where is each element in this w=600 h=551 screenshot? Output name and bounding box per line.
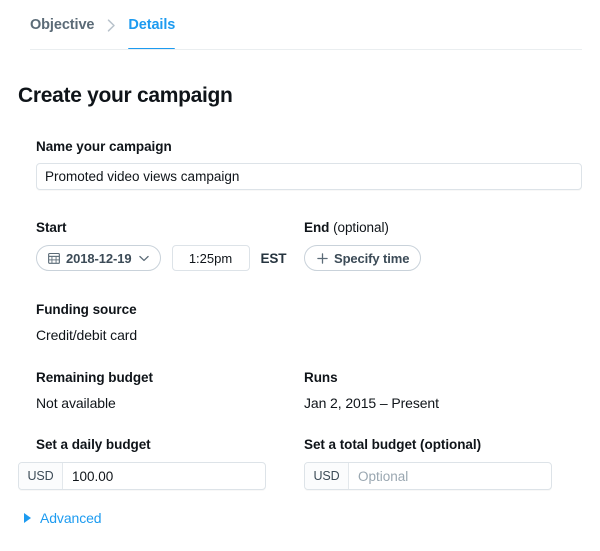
daily-budget-input[interactable]	[63, 463, 265, 489]
total-budget-field: USD	[304, 462, 552, 490]
advanced-toggle[interactable]: Advanced	[24, 510, 102, 526]
end-label-text: End	[304, 220, 330, 235]
campaign-name-input[interactable]	[36, 163, 582, 190]
breadcrumb-item-objective[interactable]: Objective	[30, 0, 94, 50]
remaining-budget-value: Not available	[36, 395, 116, 411]
start-date-value: 2018-12-19	[66, 250, 132, 266]
runs-value: Jan 2, 2015 – Present	[304, 395, 439, 411]
funding-source-value: Credit/debit card	[36, 327, 138, 343]
calendar-icon	[48, 252, 60, 264]
runs-group: Runs Jan 2, 2015 – Present	[304, 370, 439, 411]
schedule-group: Start 2018-12-19 1:25pm EST End (optiona…	[36, 220, 582, 271]
start-label: Start	[36, 220, 67, 235]
breadcrumb-item-details[interactable]: Details	[128, 0, 175, 50]
daily-budget-field: USD	[18, 462, 266, 490]
name-campaign-label: Name your campaign	[36, 139, 172, 154]
breadcrumb-label-objective: Objective	[30, 17, 95, 33]
campaign-form: Create your campaign Name your campaign …	[0, 84, 600, 528]
total-budget-label: Set a total budget (optional)	[304, 437, 482, 452]
chevron-down-icon	[138, 255, 149, 262]
breadcrumb: Objective Details	[0, 0, 600, 50]
specify-end-time-label: Specify time	[334, 250, 410, 266]
plus-icon	[317, 252, 328, 264]
daily-budget-currency: USD	[19, 463, 63, 489]
end-label: End (optional)	[304, 220, 421, 235]
remaining-budget-label: Remaining budget	[36, 370, 153, 385]
funding-source-label: Funding source	[36, 302, 137, 317]
advanced-section: Advanced	[24, 510, 582, 528]
breadcrumb-list: Objective Details	[30, 0, 175, 50]
funding-source-group: Funding source Credit/debit card	[36, 302, 582, 343]
specify-end-time-button[interactable]: Specify time	[304, 245, 422, 271]
start-group: Start 2018-12-19 1:25pm EST	[36, 220, 304, 271]
daily-budget-group: Set a daily budget USD	[18, 437, 304, 490]
page-title: Create your campaign	[18, 84, 233, 107]
total-budget-group: Set a total budget (optional) USD	[304, 437, 552, 490]
chevron-right-icon	[94, 0, 128, 50]
name-campaign-group: Name your campaign	[36, 139, 582, 190]
runs-label: Runs	[304, 370, 338, 385]
total-budget-input[interactable]	[349, 463, 551, 489]
triangle-right-icon	[24, 513, 31, 523]
start-timezone-label: EST	[260, 250, 287, 266]
daily-budget-label: Set a daily budget	[36, 437, 151, 452]
budget-summary-group: Remaining budget Not available Runs Jan …	[36, 370, 582, 411]
breadcrumb-label-details: Details	[128, 17, 176, 33]
end-group: End (optional) Specify time	[304, 220, 422, 271]
advanced-label: Advanced	[40, 510, 102, 526]
start-time-input[interactable]	[171, 245, 250, 271]
end-label-optional: (optional)	[333, 220, 389, 235]
budget-input-group: Set a daily budget USD Set a total budge…	[18, 437, 582, 490]
remaining-budget-group: Remaining budget Not available	[36, 370, 304, 411]
start-date-picker[interactable]: 2018-12-19	[36, 245, 161, 271]
total-budget-currency: USD	[305, 463, 349, 489]
